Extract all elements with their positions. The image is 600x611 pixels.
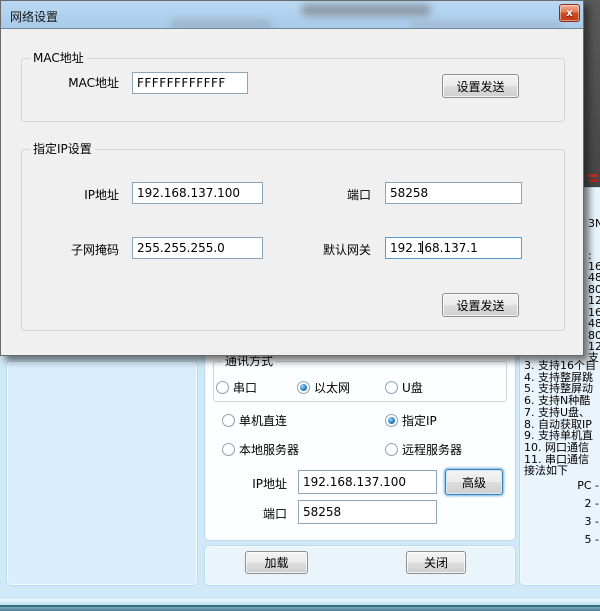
radio-ethernet[interactable]	[297, 381, 310, 394]
radio-ethernet-label[interactable]: 以太网	[314, 381, 350, 395]
subnet-mask-label: 子网掩码	[19, 243, 119, 257]
comm-mode-groupbox: 通讯方式	[213, 361, 507, 402]
mac-send-button[interactable]: 设置发送	[442, 74, 519, 98]
main-ip-label: IP地址	[187, 477, 287, 491]
info-fragment: 支	[588, 352, 599, 363]
ip-address-label: IP地址	[19, 188, 119, 202]
pin-line: 2 -	[521, 495, 599, 513]
gateway-input[interactable]	[385, 237, 522, 259]
radio-direct-connect[interactable]	[222, 414, 235, 427]
info-fragment: 48	[588, 272, 600, 283]
red-artifact	[587, 174, 597, 177]
port-label: 端口	[271, 188, 371, 202]
radio-remote-server-label[interactable]: 远程服务器	[402, 443, 462, 457]
titlebar-blur-artifact	[171, 20, 271, 28]
radio-udisk[interactable]	[385, 381, 398, 394]
gateway-label: 默认网关	[271, 243, 371, 257]
info-line: 7. 支持U盘、	[524, 407, 600, 419]
red-artifact	[589, 179, 597, 182]
pin-line: 3 -	[521, 513, 599, 531]
mac-field-label: MAC地址	[19, 76, 119, 90]
close-window-button[interactable]: 关闭	[406, 551, 466, 574]
ip-send-button[interactable]: 设置发送	[442, 293, 519, 317]
subnet-mask-input[interactable]	[132, 237, 263, 259]
radio-local-server[interactable]	[222, 443, 235, 456]
window-bottom-border	[0, 607, 600, 611]
radio-local-server-label[interactable]: 本地服务器	[239, 443, 299, 457]
info-list: 3. 支持16个自4. 支持整屏跳5. 支持整屏动6. 支持N种酷7. 支持U盘…	[524, 360, 600, 477]
info-fragment: 3N	[588, 218, 600, 229]
dialog-title: 网络设置	[10, 8, 58, 25]
text-caret	[422, 241, 423, 254]
comm-mode-caption: 通讯方式	[222, 354, 276, 368]
pin-line: PC -	[521, 477, 599, 495]
preview-panel	[7, 362, 197, 585]
mac-group-caption: MAC地址	[30, 51, 87, 65]
ip-address-input[interactable]	[132, 182, 263, 204]
screen: 通讯方式 串口 以太网 U盘 单机直连 指定IP 本地服务器 远程服务器 IP地…	[0, 0, 600, 611]
radio-direct-connect-label[interactable]: 单机直连	[239, 414, 287, 428]
radio-specify-ip[interactable]	[385, 414, 398, 427]
main-ip-input[interactable]	[298, 470, 437, 494]
pin-line: 5 -	[521, 531, 599, 549]
info-fragment: 48	[588, 318, 600, 329]
advanced-button[interactable]: 高级	[445, 469, 503, 495]
info-fragment: 12	[588, 295, 600, 306]
radio-serial-label[interactable]: 串口	[233, 381, 257, 395]
main-port-input[interactable]	[298, 500, 437, 524]
port-input[interactable]	[385, 182, 522, 204]
radio-specify-ip-label[interactable]: 指定IP	[402, 414, 437, 428]
main-port-label: 端口	[187, 507, 287, 521]
radio-udisk-label[interactable]: U盘	[402, 381, 423, 395]
radio-serial[interactable]	[216, 381, 229, 394]
network-settings-dialog: 网络设置 x MAC地址 MAC地址 设置发送 指定IP设置 IP地址 端口 子…	[0, 0, 584, 356]
titlebar-blur-artifact	[411, 21, 561, 28]
info-line: 10. 网口通信	[524, 442, 600, 454]
mac-input[interactable]	[132, 72, 248, 94]
dialog-close-button[interactable]: x	[559, 4, 580, 22]
radio-remote-server[interactable]	[385, 443, 398, 456]
pin-list: PC -2 -3 -5 -	[521, 477, 599, 549]
close-icon: x	[566, 8, 572, 19]
load-button[interactable]: 加载	[245, 551, 308, 574]
info-line: 接法如下	[524, 465, 600, 477]
ip-group-caption: 指定IP设置	[30, 142, 95, 156]
background-dark-area	[584, 0, 600, 188]
dialog-titlebar[interactable]: 网络设置	[1, 1, 583, 29]
titlebar-blur-artifact	[301, 4, 431, 16]
